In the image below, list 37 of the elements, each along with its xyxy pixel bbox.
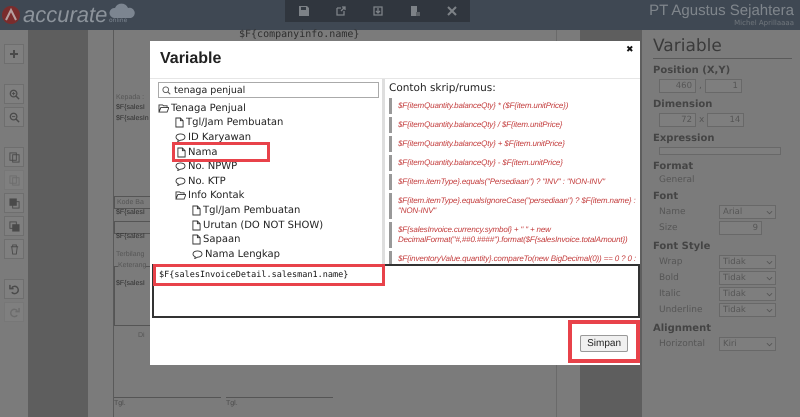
tree-item[interactable]: Nama (175, 144, 267, 160)
section-title: Format (653, 161, 694, 172)
tree-item[interactable]: Tgl/Jam Pembuatan (175, 116, 284, 130)
company-name: PT Agustus Sejahtera (649, 2, 794, 19)
tree-item[interactable]: No. KTP (175, 174, 226, 189)
example-formula: $F{inventoryValue.quantity}.compareTo(new BigDecimal(0)) == 0 ? 0 : (389, 251, 636, 264)
tree-item[interactable]: Nama Lengkap (192, 246, 280, 262)
search-field[interactable]: tenaga penjual (158, 82, 379, 98)
save-button[interactable]: Simpan (580, 335, 628, 352)
example-formula: $F{itemQuantity.balanceQty} + $F{item.unitPrice} (389, 136, 636, 152)
example-formula: $F{item.itemType}.equals("Persediaan") ? "INV" : "NON-INV" (389, 174, 636, 190)
section-title: Expression (653, 133, 716, 144)
example-formula: $F{itemQuantity.balanceQty} - $F{item.unitPrice} (389, 155, 636, 171)
example-formula: $F{itemQuantity.balanceQty} / $F{item.unitPrice} (389, 117, 636, 133)
tree-item[interactable]: Urutan (DO NOT SHOW) (192, 218, 324, 232)
section-title: Alignment (653, 323, 712, 334)
expression-field[interactable]: $F{salesInvoiceDetail.salesman1.name} (152, 264, 640, 318)
logo-text: accurate (23, 2, 108, 28)
tree-item[interactable]: ID Karyawan (175, 130, 252, 145)
section-title: Font Style (653, 241, 712, 252)
example-formula: $F{itemQuantity.balanceQty} * ($F{item.unitPrice}) (389, 98, 636, 114)
example-formula: $F{item.itemType}.equalsIgnoreCase("persediaan") ? $F{item.name} : "NON-INV" (389, 193, 636, 219)
tree-item[interactable]: No. NPWP (175, 159, 238, 174)
expression-text: $F{salesInvoiceDetail.salesman1.name} (153, 264, 386, 286)
close-button[interactable]: ✖ (626, 44, 634, 54)
dialog-title: Variable (160, 50, 222, 68)
panel-title: Variable (653, 36, 792, 59)
separator-text: , (699, 81, 702, 91)
tree-item[interactable]: Sapaan (192, 232, 240, 247)
section-title: Font (653, 191, 680, 202)
examples-heading: Contoh skrip/rumus: (389, 82, 497, 94)
report-title: $F{companyinfo.name} (239, 30, 360, 40)
example-formula: $F{salesInvoice.currency.symbol} + " " + new DecimalFormat("#,##0.####").format($F{salesInvoice.totalAmount}) (389, 222, 636, 248)
tree-item[interactable]: Tenaga Penjual (158, 101, 246, 116)
tree-item[interactable]: Tgl/Jam Pembuatan (192, 203, 300, 218)
section-title: Dimension (653, 99, 714, 110)
tree-item[interactable]: Info Kontak (175, 188, 244, 204)
